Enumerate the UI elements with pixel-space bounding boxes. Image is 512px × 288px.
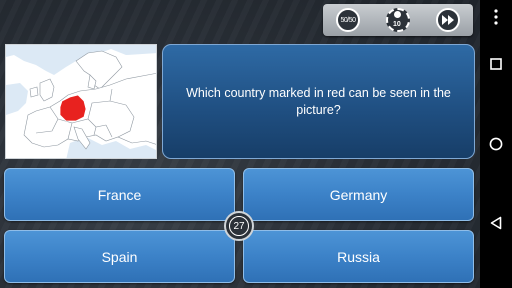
answer-label: Germany [329, 186, 388, 203]
skip-button[interactable]: 10 [386, 8, 410, 32]
countdown-timer: 27 [224, 211, 254, 241]
answer-button-4[interactable]: Russia [243, 230, 474, 283]
fast-forward-button[interactable] [436, 8, 460, 32]
answer-button-1[interactable]: France [4, 168, 235, 221]
lifeline-toolbar: 50/50 10 [323, 4, 473, 36]
question-text: Which country marked in red can be seen … [186, 85, 451, 117]
home-icon [489, 137, 503, 151]
fast-forward-icon [441, 15, 455, 25]
android-navigation-bar [480, 0, 512, 288]
question-panel: Which country marked in red can be seen … [162, 44, 475, 159]
fifty-fifty-button[interactable]: 50/50 [336, 8, 360, 32]
back-button[interactable] [480, 216, 512, 230]
timer-ring: 27 [229, 216, 249, 236]
answer-button-2[interactable]: Germany [243, 168, 474, 221]
europe-map [6, 45, 156, 158]
europe-map-image [5, 44, 157, 159]
home-button[interactable] [480, 137, 512, 151]
skip-icon [394, 11, 401, 18]
answer-label: France [97, 186, 142, 203]
answer-button-3[interactable]: Spain [4, 230, 235, 283]
recent-apps-button[interactable] [480, 58, 512, 70]
menu-dots-button[interactable] [480, 9, 512, 25]
skip-count: 10 [393, 21, 401, 28]
menu-dots-icon [494, 9, 498, 25]
timer-value: 27 [233, 220, 245, 232]
recent-apps-icon [490, 58, 502, 70]
answer-label: Russia [337, 248, 380, 265]
back-icon [490, 216, 502, 230]
game-screen: 50/50 10 Which country marked in red can… [0, 0, 480, 288]
answer-label: Spain [101, 248, 138, 265]
fifty-fifty-icon: 50/50 [340, 16, 356, 24]
